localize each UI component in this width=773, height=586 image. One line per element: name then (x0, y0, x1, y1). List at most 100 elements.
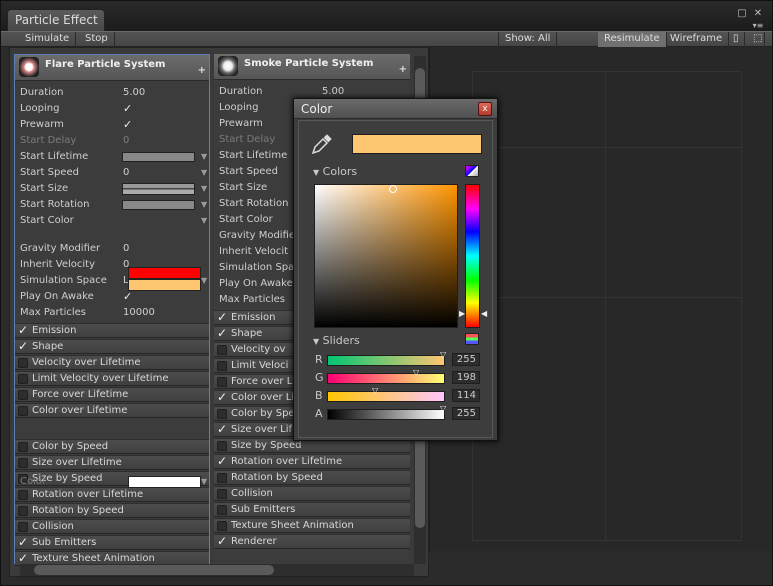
chevron-down-icon[interactable]: ▼ (201, 213, 207, 229)
frame-icon[interactable]: ⬚ (747, 32, 765, 47)
show-dropdown[interactable]: Show: All (498, 32, 558, 47)
module-toggle[interactable]: ✓ Renderer (214, 534, 410, 549)
checkbox-unchecked[interactable] (18, 358, 28, 368)
checkbox-checked[interactable]: ✓ (18, 340, 28, 353)
checkbox-unchecked[interactable] (18, 458, 28, 468)
module-toggle[interactable]: Velocity over Lifetime (15, 355, 209, 370)
module-toggle[interactable]: Collision (15, 519, 209, 534)
property-value[interactable]: 10000 (123, 305, 155, 321)
module-toggle[interactable]: Size over Lifetime (15, 455, 209, 470)
g-slider[interactable] (327, 373, 445, 384)
wireframe-button[interactable]: Wireframe (664, 32, 730, 47)
slider-knob[interactable]: ▽ (372, 386, 378, 395)
picker-cursor[interactable] (389, 185, 397, 193)
curve-field[interactable] (122, 183, 195, 195)
module-toggle[interactable]: ✓ Rotation over Lifetime (214, 454, 410, 469)
checkbox-unchecked[interactable] (217, 441, 227, 451)
checkbox-unchecked[interactable] (217, 409, 227, 419)
slider-knob[interactable]: ▽ (413, 368, 419, 377)
slider-knob[interactable]: ▽ (440, 404, 446, 413)
checkbox-unchecked[interactable] (18, 522, 28, 532)
checkbox-unchecked[interactable] (18, 374, 28, 384)
color-over-lifetime-swatch[interactable] (128, 476, 201, 488)
eyedropper-icon[interactable] (309, 133, 333, 155)
scroll-thumb[interactable] (34, 565, 274, 575)
checkbox-checked[interactable]: ✓ (18, 552, 28, 565)
property-value[interactable]: 5.00 (123, 85, 145, 101)
checkbox-unchecked[interactable] (217, 473, 227, 483)
module-toggle[interactable]: Force over Lifetime (15, 387, 209, 402)
module-toggle[interactable]: Color by Speed (15, 439, 209, 454)
slider-mode-icon[interactable] (465, 333, 479, 345)
resimulate-button[interactable]: Resimulate (598, 32, 667, 47)
checkbox-checked[interactable]: ✓ (217, 535, 227, 548)
checkbox-unchecked[interactable] (18, 490, 28, 500)
checkbox-unchecked[interactable] (18, 390, 28, 400)
r-value-field[interactable]: 255 (452, 353, 480, 366)
flare-panel-header[interactable]: Flare Particle System + (15, 55, 209, 81)
a-slider[interactable] (327, 409, 445, 420)
checkbox-unchecked[interactable] (217, 345, 227, 355)
property-value[interactable]: 0 (123, 165, 129, 181)
colors-section-header[interactable]: ▼ Colors (313, 165, 357, 178)
slider-knob[interactable]: ▽ (440, 350, 446, 359)
lock-icon[interactable]: □ (735, 7, 749, 21)
property-value[interactable]: 0 (123, 241, 129, 257)
module-toggle[interactable]: ✓ Emission (15, 323, 209, 338)
checkbox-checked[interactable]: ✓ (18, 536, 28, 549)
module-toggle[interactable]: Limit Velocity over Lifetime (15, 371, 209, 386)
module-toggle[interactable]: ✓ Sub Emitters (15, 535, 209, 550)
checkbox-checked[interactable]: ✓ (217, 327, 227, 340)
checkbox-unchecked[interactable] (18, 442, 28, 452)
module-toggle[interactable]: Rotation by Speed (214, 470, 410, 485)
checkbox-unchecked[interactable] (217, 361, 227, 371)
property-value[interactable]: 0 (123, 133, 129, 149)
curve-field[interactable] (122, 200, 195, 210)
tab-particle-effect[interactable]: Particle Effect (7, 9, 105, 31)
layout-icon[interactable]: ▯ (727, 32, 745, 47)
horizontal-scrollbar[interactable] (20, 564, 414, 576)
checkbox-checked[interactable]: ✓ (123, 289, 132, 305)
smoke-panel-header[interactable]: Smoke Particle System + (214, 54, 410, 80)
curve-field[interactable] (122, 152, 195, 162)
g-value-field[interactable]: 198 (452, 371, 480, 384)
start-color-swatch-red[interactable] (128, 267, 201, 279)
checkbox-checked[interactable]: ✓ (123, 101, 132, 117)
module-toggle[interactable]: Sub Emitters (214, 502, 410, 517)
module-toggle[interactable]: Texture Sheet Animation (214, 518, 410, 533)
simulate-button[interactable]: Simulate (19, 32, 77, 47)
checkbox-unchecked[interactable] (18, 406, 28, 416)
chevron-down-icon[interactable]: ▼ (201, 197, 207, 213)
checkbox-unchecked[interactable] (217, 489, 227, 499)
r-slider[interactable] (327, 355, 445, 366)
a-value-field[interactable]: 255 (452, 407, 480, 420)
checkbox-checked[interactable]: ✓ (217, 455, 227, 468)
chevron-down-icon[interactable]: ▼ (201, 474, 207, 490)
checkbox-checked[interactable]: ✓ (217, 311, 227, 324)
color-mode-icon[interactable] (465, 165, 479, 177)
chevron-down-icon[interactable]: ▼ (201, 165, 207, 181)
sliders-section-header[interactable]: ▼ Sliders (313, 334, 360, 347)
b-value-field[interactable]: 114 (452, 389, 480, 402)
checkbox-unchecked[interactable] (18, 506, 28, 516)
module-toggle[interactable]: ✓ Shape (15, 339, 209, 354)
chevron-down-icon[interactable]: ▼ (201, 149, 207, 165)
start-color-swatch-orange[interactable] (128, 279, 201, 291)
b-slider[interactable] (327, 391, 445, 402)
checkbox-unchecked[interactable] (217, 377, 227, 387)
module-toggle[interactable]: Color over Lifetime (15, 403, 209, 418)
checkbox-checked[interactable]: ✓ (18, 324, 28, 337)
module-toggle[interactable]: Collision (214, 486, 410, 501)
chevron-down-icon[interactable]: ▼ (201, 273, 207, 289)
add-module-icon[interactable]: + (399, 64, 407, 75)
add-module-icon[interactable]: + (198, 65, 206, 76)
checkbox-unchecked[interactable] (217, 521, 227, 531)
close-icon[interactable]: x (478, 102, 492, 116)
saturation-value-picker[interactable] (314, 184, 458, 328)
stop-button[interactable]: Stop (79, 32, 115, 47)
checkbox-unchecked[interactable] (217, 505, 227, 515)
color-dialog-title[interactable]: Color (294, 99, 497, 119)
module-toggle[interactable]: Rotation by Speed (15, 503, 209, 518)
checkbox-checked[interactable]: ✓ (217, 391, 227, 404)
chevron-down-icon[interactable]: ▼ (201, 181, 207, 197)
